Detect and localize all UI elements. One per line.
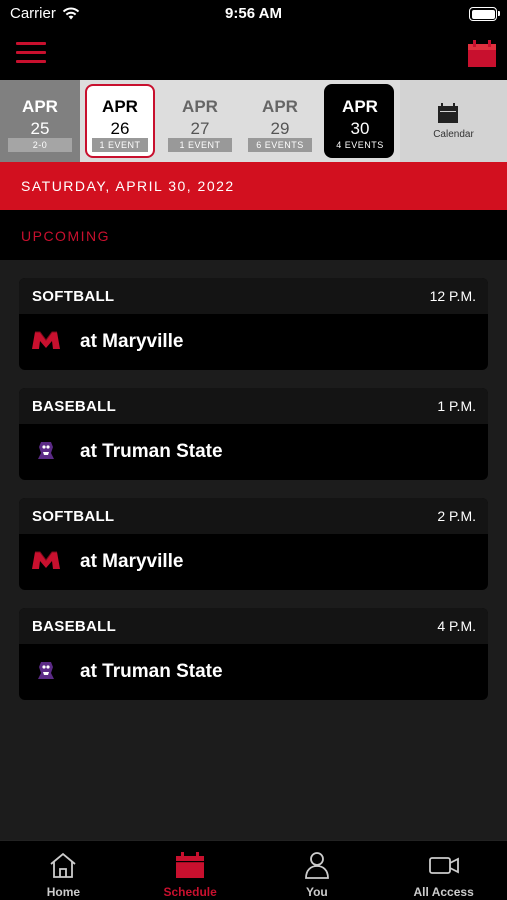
event-card[interactable]: SOFTBALL 12 P.M. at Maryville (19, 278, 488, 370)
truman-bulldog-logo-icon (38, 442, 54, 459)
event-time: 4 P.M. (437, 618, 476, 634)
date-day: 30 (350, 119, 370, 138)
tab-schedule[interactable]: Schedule (127, 841, 254, 900)
date-item-apr-30[interactable]: APR 30 4 EVENTS (320, 80, 400, 162)
battery-icon (469, 7, 500, 21)
maryville-m-logo-icon (32, 551, 60, 569)
status-bar: Carrier 9:56 AM (0, 0, 507, 30)
event-opponent: at Truman State (80, 661, 223, 682)
event-opponent: at Truman State (80, 441, 223, 462)
date-day: 29 (270, 119, 290, 138)
truman-bulldog-logo-icon (38, 662, 54, 679)
section-label: UPCOMING (21, 228, 110, 244)
event-time: 12 P.M. (429, 288, 476, 304)
calendar-icon (438, 103, 458, 123)
date-item-apr-27[interactable]: APR 27 1 EVENT (160, 80, 240, 162)
event-card[interactable]: SOFTBALL 2 P.M. at Maryville (19, 498, 488, 590)
event-header: BASEBALL 4 P.M. (19, 608, 488, 644)
date-badge: 6 EVENTS (248, 138, 312, 152)
hamburger-menu-icon[interactable] (16, 42, 46, 64)
event-sport: SOFTBALL (32, 288, 115, 305)
date-selector-strip: APR 25 2-0 APR 26 1 EVENT APR 27 1 EVENT… (0, 80, 507, 162)
calendar-button[interactable]: Calendar (400, 80, 507, 162)
date-month: APR (262, 97, 298, 116)
event-sport: BASEBALL (32, 618, 117, 635)
event-header: BASEBALL 1 P.M. (19, 388, 488, 424)
date-month: APR (342, 97, 378, 116)
tab-you[interactable]: You (254, 841, 381, 900)
date-badge: 1 EVENT (168, 138, 232, 152)
maryville-m-logo-icon (32, 331, 60, 349)
selected-date-banner: SATURDAY, APRIL 30, 2022 (0, 162, 507, 210)
event-time: 1 P.M. (437, 398, 476, 414)
date-badge: 2-0 (8, 138, 72, 152)
app-header (0, 30, 507, 80)
tab-label: You (305, 885, 328, 899)
event-header: SOFTBALL 12 P.M. (19, 278, 488, 314)
bottom-tab-bar: Home Schedule You All Access (0, 840, 507, 900)
date-badge: 1 EVENT (92, 138, 148, 152)
event-list: SOFTBALL 12 P.M. at Maryville BASEBALL 1… (19, 278, 488, 718)
event-card[interactable]: BASEBALL 1 P.M. at Truman State (19, 388, 488, 480)
video-camera-icon (428, 857, 459, 874)
tab-label: All Access (413, 885, 474, 899)
app-screen: Carrier 9:56 AM APR 25 2-0 APR 26 1 EVEN… (0, 0, 507, 900)
date-day: 25 (30, 119, 50, 138)
tab-all-access[interactable]: All Access (380, 841, 507, 900)
tab-label: Schedule (163, 885, 217, 899)
calendar-icon[interactable] (467, 38, 497, 68)
date-badge: 4 EVENTS (336, 140, 384, 150)
date-month: APR (102, 97, 138, 116)
tab-home[interactable]: Home (0, 841, 127, 900)
date-month: APR (182, 97, 218, 116)
home-icon (50, 852, 76, 878)
event-sport: SOFTBALL (32, 508, 115, 525)
date-day: 27 (190, 119, 210, 138)
date-item-apr-29[interactable]: APR 29 6 EVENTS (240, 80, 320, 162)
upcoming-section-header: UPCOMING (0, 210, 507, 260)
person-icon (304, 852, 329, 879)
date-item-apr-25[interactable]: APR 25 2-0 (0, 80, 80, 162)
calendar-icon (176, 852, 205, 878)
calendar-label: Calendar (433, 129, 474, 140)
event-sport: BASEBALL (32, 398, 117, 415)
clock: 9:56 AM (225, 5, 282, 22)
event-card[interactable]: BASEBALL 4 P.M. at Truman State (19, 608, 488, 700)
event-time: 2 P.M. (437, 508, 476, 524)
date-day: 26 (110, 119, 130, 138)
tab-label: Home (46, 885, 81, 899)
event-header: SOFTBALL 2 P.M. (19, 498, 488, 534)
date-month: APR (22, 97, 58, 116)
date-item-apr-26[interactable]: APR 26 1 EVENT (80, 80, 160, 162)
event-opponent: at Maryville (80, 551, 184, 572)
event-opponent: at Maryville (80, 331, 184, 352)
